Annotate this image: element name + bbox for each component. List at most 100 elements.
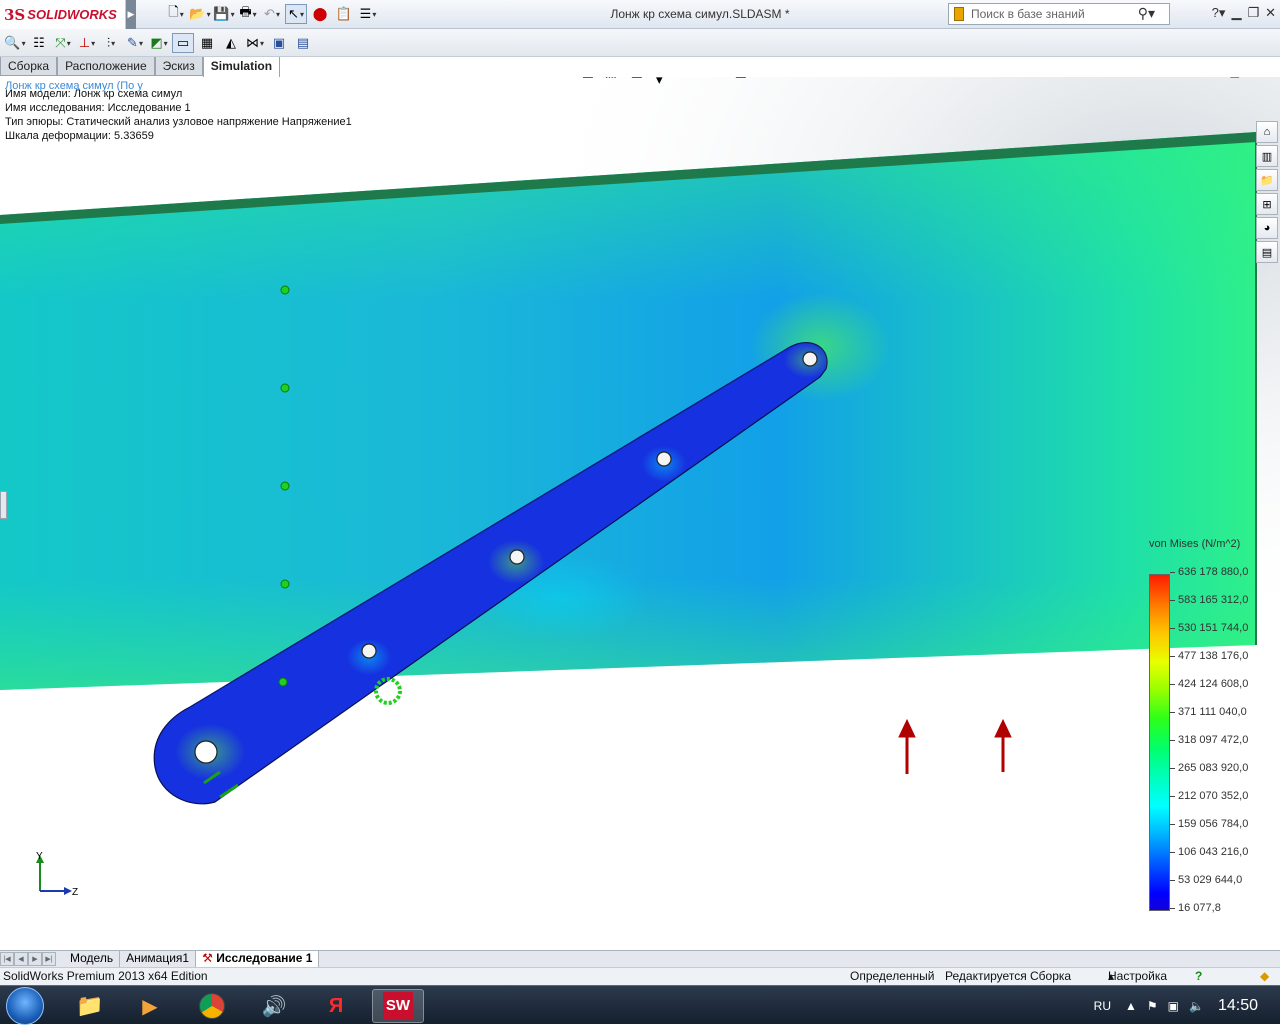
zoom-to-fit-icon[interactable]: ⊕ [500,77,520,81]
tab-assembly[interactable]: Сборка [0,57,58,76]
tab-animation1[interactable]: Анимация1 [120,951,197,967]
settings-menu[interactable]: Настройка ▴ [1108,968,1167,985]
design-check-icon[interactable]: ◭ [220,33,242,53]
report-icon[interactable]: ▣ [268,33,290,53]
display-style-icon[interactable]: ▨▾ [630,77,650,81]
legend-label: 424 124 608,0 [1169,678,1248,706]
undo-icon[interactable]: ↶ [261,4,283,24]
title-bar: 3S SOLIDWORKS ▶ 🗋 📂 💾 🖶 ↶ ↖ ⬤ 📋 ☰ Лонж к… [0,0,1280,29]
open-folder-icon[interactable]: 📂 [189,4,211,24]
legend-label: 583 165 312,0 [1169,594,1248,622]
file-explorer-icon[interactable]: 📁 [1256,169,1278,191]
hide-show-items-icon[interactable]: 👁▾ [656,77,676,87]
prev-tab-icon[interactable]: ◀ [14,952,28,966]
spar-body [0,132,1256,690]
show-hidden-icons-icon[interactable]: ▲ [1125,999,1137,1013]
legend-label: 53 029 644,0 [1169,874,1248,902]
new-document-icon[interactable]: 🗋 [165,4,187,24]
options-icon[interactable]: ☰ [357,4,379,24]
viewport-split-icon[interactable]: ◫ [1198,77,1208,78]
tab-sketch[interactable]: Эскиз [154,57,203,76]
tags-icon[interactable]: ◆ [1260,968,1269,985]
first-tab-icon[interactable]: |◀ [0,952,14,966]
viewport-restore-icon[interactable]: ❐ [1245,77,1255,78]
solidworks-resources-home-icon[interactable]: ⌂ [1256,121,1278,143]
network-icon[interactable]: ▣ [1168,999,1179,1013]
start-button[interactable] [6,987,44,1025]
view-settings-icon[interactable]: ▤▾ [734,77,754,81]
list-results-icon[interactable]: ☷ [28,33,50,53]
next-tab-icon[interactable]: ▶ [28,952,42,966]
appearances-scenes-icon[interactable]: ◕ [1256,217,1278,239]
viewport-minimize-icon[interactable]: ▁ [1230,77,1238,78]
search-icon[interactable]: ⚲▾ [1138,5,1155,22]
explorer-icon[interactable]: 📁 [64,989,116,1023]
stress-plot [0,77,1280,950]
legend-label: 318 097 472,0 [1169,734,1248,762]
volume-icon[interactable]: 🔈 [1189,999,1204,1013]
tab-simulation[interactable]: Simulation [202,57,281,78]
tab-model[interactable]: Модель [64,951,121,967]
help-status-icon[interactable]: ? [1195,968,1202,985]
rebuild-traffic-light-icon[interactable]: ⬤ [309,4,331,24]
close-icon[interactable]: ✕ [1265,5,1276,21]
ds-logo-icon: 3S [4,5,26,24]
show-plot-icon[interactable]: ▭ [172,33,194,53]
brand-name: SOLIDWORKS [27,7,117,22]
view-palette-icon[interactable]: ⊞ [1256,193,1278,215]
help-icon[interactable]: ?▾ [1212,5,1226,21]
bolt-hole [656,451,672,467]
tab-study1[interactable]: ⚒ Исследование 1 [196,951,320,967]
section-clipping-icon[interactable]: ⫶ [100,33,122,53]
tab-layout[interactable]: Расположение [57,57,155,76]
minimize-icon[interactable]: ▁ [1231,5,1241,21]
legend-label: 106 043 216,0 [1169,846,1248,874]
command-manager-tabs: Сборка Расположение Эскиз Simulation [0,57,281,78]
file-properties-icon[interactable]: 📋 [333,4,355,24]
viewport-close-icon[interactable]: ✕ [1261,77,1270,78]
section-view-icon[interactable]: ◧ [578,77,598,81]
language-indicator[interactable]: RU [1094,999,1111,1013]
viewport-collapse-icon[interactable]: ◨ [1214,77,1224,78]
menu-expand-arrow-icon[interactable]: ▶ [126,0,136,29]
bolt-hole [509,549,525,565]
yandex-icon[interactable]: Я [310,989,362,1023]
legend-label: 371 111 040,0 [1169,706,1248,734]
print-icon[interactable]: 🖶 [237,4,259,24]
clock[interactable]: 14:50 [1218,997,1258,1015]
view-orientation-icon[interactable]: ⬚▾ [604,77,624,81]
apply-scene-icon[interactable]: ✿▾ [708,77,728,81]
knowledge-base-search-input[interactable]: Поиск в базе знаний ⚲▾ [948,3,1170,25]
feature-manager-collapse-handle[interactable] [0,491,7,519]
solidworks-icon[interactable]: SW [372,989,424,1023]
save-icon[interactable]: 💾 [213,4,235,24]
last-tab-icon[interactable]: ▶| [42,952,56,966]
probe-icon[interactable]: ⊥ [76,33,98,53]
media-player-icon[interactable]: ▶ [124,989,176,1023]
include-image-icon[interactable]: ▤ [292,33,314,53]
viewport-window-controls: ◫ ◨ ▁ ❐ ✕ [1198,77,1270,78]
select-pointer-icon[interactable]: ↖ [285,4,307,24]
compare-results-icon[interactable]: ✎ [124,33,146,53]
graphics-area[interactable]: ⊕ ⊙ ↶ ◧ ⬚▾ ▨▾ 👁▾ ◐ ✿▾ ▤▾ ◫ ◨ ▁ ❐ ✕ Лонж … [0,77,1280,950]
restore-icon[interactable]: ❐ [1247,5,1259,21]
legend-label: 212 070 352,0 [1169,790,1248,818]
system-tray: RU ▲ ⚑ ▣ 🔈 14:50 [1094,986,1280,1025]
custom-properties-icon[interactable]: ▤ [1256,241,1278,263]
action-center-flag-icon[interactable]: ⚑ [1147,999,1158,1013]
tab-study1-label: Исследование 1 [216,951,313,965]
animate-icon[interactable]: ▦ [196,33,218,53]
triad-y-label: Y [36,851,43,862]
stress-hotspot-icon[interactable]: ⋈ [244,33,266,53]
design-library-icon[interactable]: ▥ [1256,145,1278,167]
edit-appearance-icon[interactable]: ◐ [682,77,702,81]
previous-view-icon[interactable]: ↶ [552,77,572,81]
audio-icon[interactable]: 🔊 [248,989,300,1023]
solidworks-logo[interactable]: 3S SOLIDWORKS [0,0,126,29]
chrome-icon[interactable] [186,989,238,1023]
zoom-results-icon[interactable]: 🔍 [4,33,26,53]
plot-tools-icon[interactable]: ◩ [148,33,170,53]
deformed-result-icon[interactable]: ⤧ [52,33,74,53]
zoom-to-area-icon[interactable]: ⊙ [526,77,546,81]
bolt-hole [802,351,818,367]
